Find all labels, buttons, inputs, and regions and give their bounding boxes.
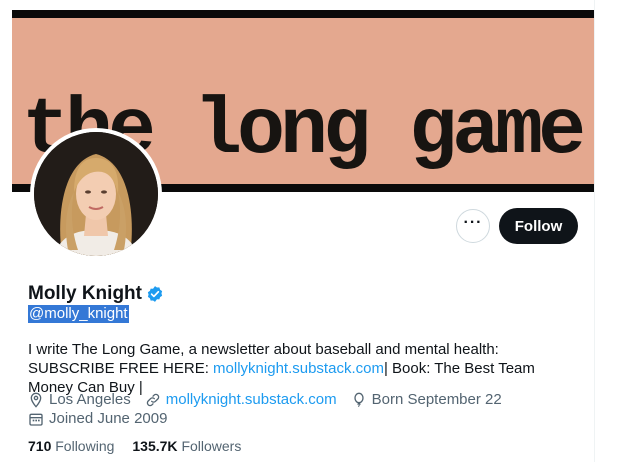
follow-button[interactable]: Follow — [499, 208, 578, 244]
avatar[interactable] — [30, 128, 162, 260]
followers-label: Followers — [181, 438, 242, 454]
profile-bio: I write The Long Game, a newsletter abou… — [28, 340, 578, 397]
more-options-button[interactable]: ··· — [456, 209, 490, 243]
following-label: Following — [55, 438, 115, 454]
profile-meta: Los Angeles mollyknight.substack.com Bor… — [28, 390, 516, 428]
joined-text: Joined June 2009 — [49, 410, 168, 427]
more-icon: ··· — [463, 214, 483, 231]
website-item[interactable]: mollyknight.substack.com — [145, 391, 337, 408]
calendar-icon — [29, 413, 43, 426]
joined-item: Joined June 2009 — [28, 410, 167, 427]
verified-badge-icon — [146, 285, 164, 303]
profile-stats: 710 Following 135.7K Followers — [28, 438, 259, 454]
location-pin-icon — [30, 392, 42, 408]
location-text: Los Angeles — [49, 391, 131, 408]
profile-card: the long game. ··· Follow Molly Knight @… — [12, 0, 595, 462]
following-link[interactable]: 710 Following — [28, 438, 114, 454]
followers-link[interactable]: 135.7K Followers — [132, 438, 241, 454]
followers-count: 135.7K — [132, 438, 178, 454]
birthday-item: Born September 22 — [351, 391, 502, 408]
website-link[interactable]: mollyknight.substack.com — [166, 391, 337, 408]
profile-handle: @molly_knight — [28, 305, 129, 323]
following-count: 710 — [28, 438, 52, 454]
profile-name-row: Molly Knight — [28, 283, 164, 305]
birthday-text: Born September 22 — [371, 391, 502, 408]
location-item: Los Angeles — [28, 391, 131, 408]
bio-link[interactable]: mollyknight.substack.com — [213, 360, 384, 377]
link-icon — [146, 393, 159, 406]
balloon-icon — [353, 392, 364, 407]
profile-name: Molly Knight — [28, 283, 142, 304]
avatar-photo — [34, 132, 158, 256]
